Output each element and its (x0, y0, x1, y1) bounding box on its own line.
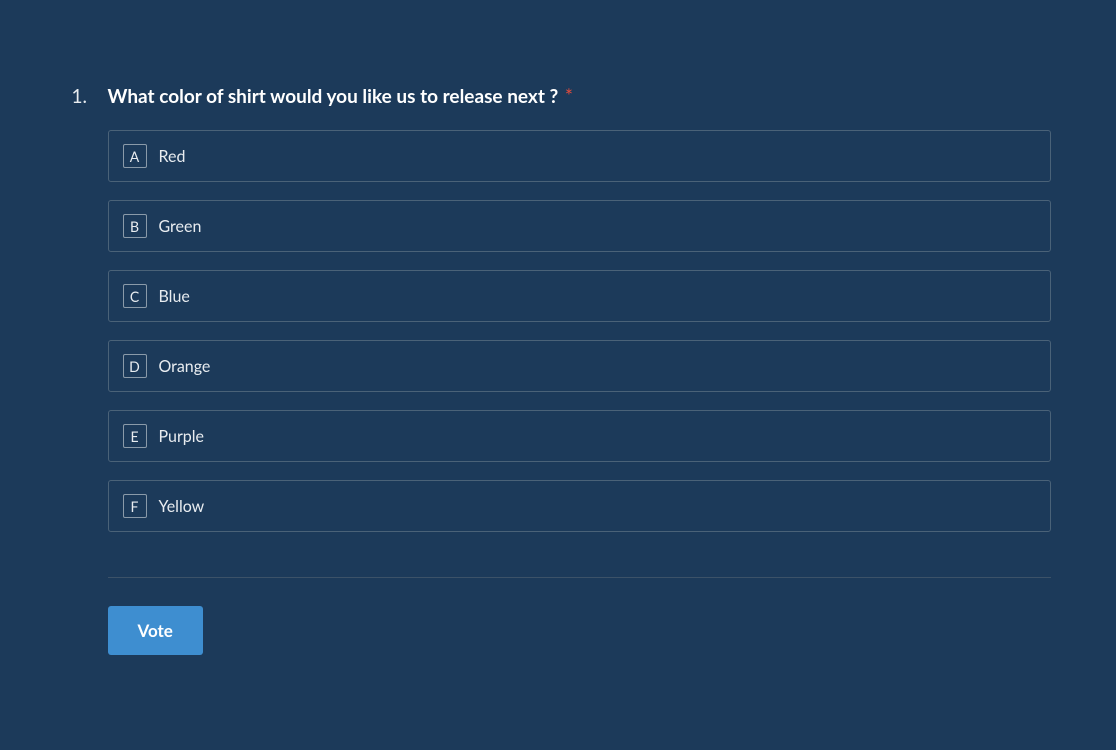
option-e[interactable]: E Purple (108, 410, 1051, 462)
option-f[interactable]: F Yellow (108, 480, 1051, 532)
option-key-a: A (123, 144, 147, 168)
poll-container: 1. What color of shirt would you like us… (66, 0, 1051, 655)
question-text-label: What color of shirt would you like us to… (108, 85, 559, 108)
option-a[interactable]: A Red (108, 130, 1051, 182)
vote-button[interactable]: Vote (108, 606, 203, 655)
question-text: What color of shirt would you like us to… (108, 85, 1051, 108)
option-label-c: Blue (159, 287, 190, 306)
option-b[interactable]: B Green (108, 200, 1051, 252)
question-header: 1. What color of shirt would you like us… (66, 85, 1051, 108)
option-label-f: Yellow (159, 497, 205, 516)
option-key-d: D (123, 354, 147, 378)
question-number: 1. (66, 85, 108, 108)
option-key-e: E (123, 424, 147, 448)
option-d[interactable]: D Orange (108, 340, 1051, 392)
option-c[interactable]: C Blue (108, 270, 1051, 322)
option-key-c: C (123, 284, 147, 308)
option-label-a: Red (159, 147, 186, 166)
option-label-d: Orange (159, 357, 211, 376)
required-indicator: * (565, 85, 573, 108)
option-label-b: Green (159, 217, 202, 236)
divider (108, 577, 1051, 578)
button-row: Vote (66, 606, 1051, 655)
option-key-b: B (123, 214, 147, 238)
option-key-f: F (123, 494, 147, 518)
options-list: A Red B Green C Blue D Orange E Purple F… (66, 130, 1051, 532)
option-label-e: Purple (159, 427, 204, 446)
